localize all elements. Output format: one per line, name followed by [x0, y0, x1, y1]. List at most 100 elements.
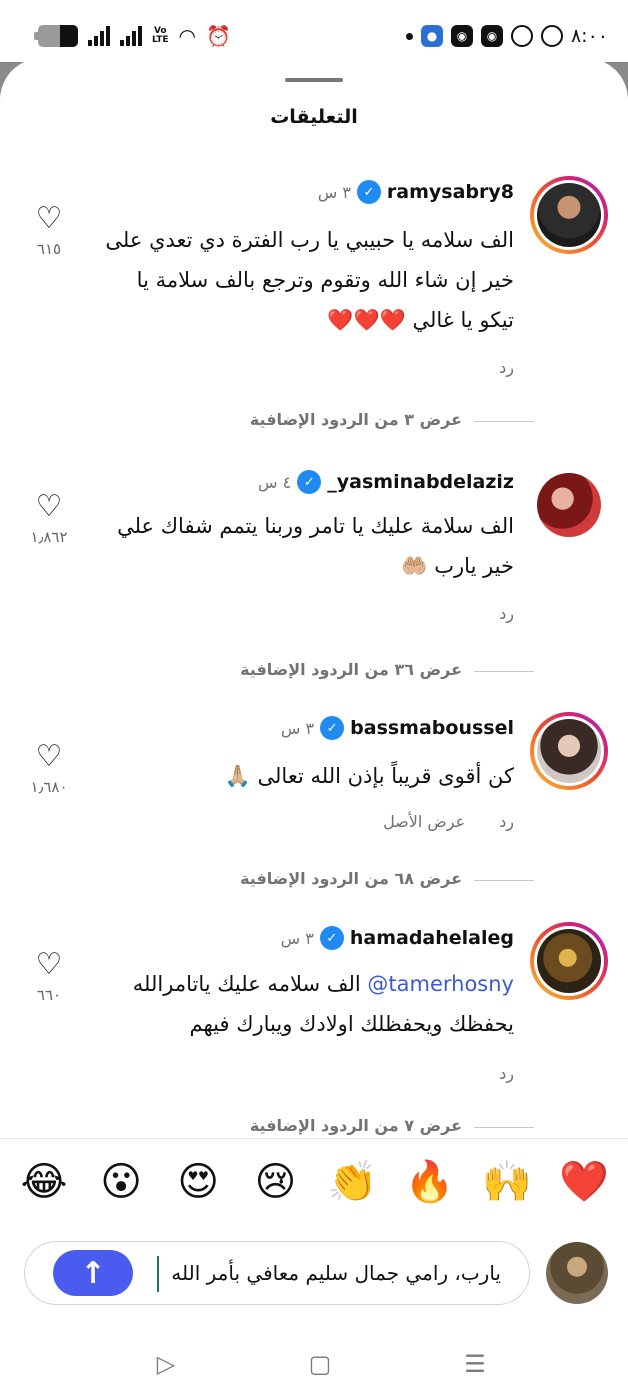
comment-body: الف سلامه يا حبيبي يا رب الفترة دي تعدي …	[105, 228, 514, 332]
username[interactable]: hamadahelaleg	[350, 927, 514, 949]
battery-icon	[34, 25, 78, 47]
reply-button[interactable]: رد	[499, 358, 514, 377]
comment-header: bassmaboussel ✓ ٣ س	[281, 716, 514, 740]
like-group: ♡ ٦٦٠	[24, 950, 74, 1005]
emoji-laughing[interactable]: 😂	[14, 1152, 74, 1212]
reply-actions: رد عرض الأصل	[383, 812, 514, 831]
heart-icon[interactable]: ♡	[24, 950, 74, 980]
text-caret	[157, 1256, 159, 1292]
comment-text: الف سلامه يا حبيبي يا رب الفترة دي تعدي …	[104, 220, 514, 340]
divider-line	[474, 421, 534, 422]
view-more-replies[interactable]: عرض ٣ من الردود الإضافية	[0, 410, 628, 432]
emoji-clapping[interactable]: 👏	[323, 1152, 383, 1212]
back-button[interactable]: ▷	[146, 1344, 186, 1384]
whatsapp-icon-2	[540, 25, 563, 47]
recents-button[interactable]: ☰	[455, 1344, 495, 1384]
comment-header: ramysabry8 ✓ ٣ س	[318, 180, 514, 204]
reply-button[interactable]: رد	[499, 1064, 514, 1083]
avatar[interactable]	[530, 922, 608, 1000]
comment-emoji: 🙏🏼	[224, 764, 251, 788]
heart-icon[interactable]: ♡	[24, 204, 74, 234]
emoji-surprised[interactable]: 😮	[91, 1152, 151, 1212]
comment-input-text[interactable]: يارب، رامي جمال سليم معافي بأمر الله	[171, 1242, 501, 1304]
avatar[interactable]	[530, 176, 608, 254]
comment-emoji: 🤲🏼	[401, 554, 428, 578]
back-triangle-icon: ▷	[156, 1350, 176, 1378]
like-group: ♡ ١٫٨٦٢	[24, 492, 74, 547]
view-more-replies-label[interactable]: عرض ٣ من الردود الإضافية	[250, 410, 462, 429]
heart-icon[interactable]: ♡	[24, 492, 74, 522]
home-square-icon: ▢	[308, 1350, 332, 1378]
comment-time: ٤ س	[258, 472, 292, 492]
comment-body: الف سلامة عليك يا تامر وربنا يتمم شفاك ع…	[117, 514, 514, 578]
volte-badge: Vo LTE	[152, 26, 169, 45]
drag-handle[interactable]	[285, 78, 343, 82]
signal-icon	[88, 26, 110, 46]
status-left: Vo LTE ◠ ⏰	[34, 22, 231, 50]
app-notification-icon: ●	[420, 25, 443, 47]
comment-text: كن أقوى قريباً بإذن الله تعالى 🙏🏼	[104, 756, 514, 796]
avatar[interactable]	[530, 712, 608, 790]
view-more-replies[interactable]: عرض ٧ من الردود الإضافية	[0, 1116, 628, 1138]
comment-header: hamadahelaleg ✓ ٣ س	[281, 926, 514, 950]
reply-label[interactable]: رد	[499, 1064, 514, 1083]
verified-badge-icon: ✓	[297, 470, 322, 494]
comment-time: ٣ س	[317, 182, 351, 202]
view-more-replies[interactable]: عرض ٣٦ من الردود الإضافية	[0, 660, 628, 682]
reply-label[interactable]: رد	[499, 604, 514, 623]
status-bar: Vo LTE ◠ ⏰ ● ◉ ◉ ٨:٠٠	[0, 0, 628, 62]
username[interactable]: ramysabry8	[387, 181, 514, 203]
wifi-icon: ◠	[178, 24, 196, 48]
comment-text: الف سلامة عليك يا تامر وربنا يتمم شفاك ع…	[104, 506, 514, 586]
view-more-replies-label[interactable]: عرض ٧ من الردود الإضافية	[250, 1116, 462, 1135]
sheet-title: التعليقات	[270, 106, 358, 128]
system-nav-bar: ▷ ▢ ☰	[0, 1344, 628, 1384]
clock: ٨:٠٠	[570, 25, 608, 47]
emoji-heart-eyes[interactable]: 😍	[168, 1152, 228, 1212]
comment-time: ٣ س	[280, 928, 314, 948]
username[interactable]: _yasminabdelaziz	[327, 471, 514, 493]
alarm-icon: ⏰	[206, 24, 231, 48]
like-count: ١٫٦٨٠	[30, 778, 68, 796]
comments-sheet: التعليقات ramysabry8 ✓ ٣ س الف سلامه يا …	[0, 58, 628, 1400]
comment-input[interactable]: يارب، رامي جمال سليم معافي بأمر الله ↑	[24, 1241, 530, 1305]
emoji-raised-hands[interactable]: 🙌	[477, 1152, 537, 1212]
menu-lines-icon: ☰	[464, 1350, 486, 1378]
see-original-button[interactable]: عرض الأصل	[383, 812, 465, 831]
comment-emoji: ❤️❤️❤️	[327, 308, 406, 332]
view-more-replies[interactable]: عرض ٦٨ من الردود الإضافية	[0, 869, 628, 891]
comment-body: كن أقوى قريباً بإذن الله تعالى	[257, 764, 514, 788]
comment-time: ٣ س	[280, 718, 315, 738]
heart-icon[interactable]: ♡	[24, 742, 74, 772]
username[interactable]: bassmaboussel	[350, 717, 514, 739]
avatar[interactable]	[530, 466, 608, 544]
like-group: ♡ ٦١٥	[24, 204, 74, 259]
verified-badge-icon: ✓	[356, 180, 381, 204]
home-button[interactable]: ▢	[300, 1344, 340, 1384]
reply-label[interactable]: رد	[499, 358, 514, 377]
emoji-crying[interactable]: 😢	[245, 1152, 305, 1212]
emoji-heart[interactable]: ❤️	[554, 1152, 614, 1212]
like-count: ٦١٥	[36, 240, 62, 258]
notification-dot-icon	[405, 32, 413, 40]
view-more-replies-label[interactable]: عرض ٦٨ من الردود الإضافية	[240, 869, 462, 888]
send-button[interactable]: ↑	[53, 1250, 133, 1296]
instagram-notification-icon-2: ◉	[480, 25, 503, 47]
mention-username[interactable]: tamerhosny	[388, 972, 514, 996]
reply-button[interactable]: رد	[499, 604, 514, 623]
divider-line	[474, 671, 534, 672]
mention-link[interactable]: @tamerhosny	[367, 972, 514, 996]
whatsapp-icon	[510, 25, 533, 47]
view-more-replies-label[interactable]: عرض ٣٦ من الردود الإضافية	[240, 660, 462, 679]
like-count: ٦٦٠	[36, 986, 62, 1004]
instagram-notification-icon: ◉	[450, 25, 473, 47]
emoji-fire[interactable]: 🔥	[400, 1152, 460, 1212]
arrow-up-icon: ↑	[80, 1255, 106, 1291]
verified-badge-icon: ✓	[319, 926, 344, 950]
status-right: ● ◉ ◉ ٨:٠٠	[405, 22, 608, 50]
signal-icon-2	[120, 26, 142, 46]
comment-text: @tamerhosny الف سلامه عليك ياتامرالله يح…	[104, 964, 514, 1044]
current-user-avatar	[546, 1242, 608, 1304]
reply-button[interactable]: رد	[499, 812, 514, 831]
verified-badge-icon: ✓	[320, 716, 345, 740]
